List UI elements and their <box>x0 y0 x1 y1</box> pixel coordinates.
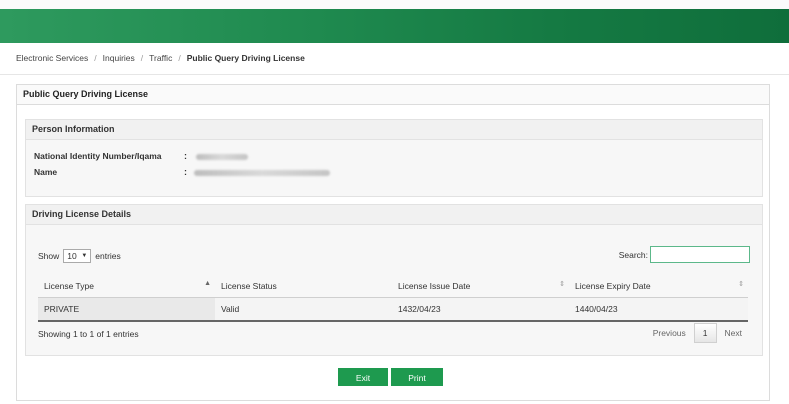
header-divider <box>0 74 789 75</box>
next-button[interactable]: Next <box>717 324 750 342</box>
column-label: License Type <box>44 281 94 291</box>
page-1-button[interactable]: 1 <box>693 323 717 343</box>
search-control: Search: <box>619 246 750 263</box>
sort-both-icon: ⇕ <box>559 281 565 288</box>
column-label: License Status <box>221 281 277 291</box>
column-license-issue-date[interactable]: License Issue Date ⇕ <box>392 275 569 298</box>
exit-button[interactable]: Exit <box>338 368 388 386</box>
cell-expiry-date: 1440/04/23 <box>569 297 748 322</box>
search-input[interactable] <box>650 246 750 263</box>
cell-issue-date: 1432/04/23 <box>392 297 569 322</box>
id-number-colon: : <box>184 151 187 161</box>
show-label: Show <box>38 251 60 261</box>
entries-label: entries <box>95 251 121 261</box>
license-table: License Type ▲ License Status License Is… <box>38 275 748 322</box>
top-spacer <box>0 0 789 9</box>
breadcrumb-separator: / <box>178 53 181 63</box>
cell-license-status: Valid <box>215 297 392 322</box>
person-information-title: Person Information <box>26 120 762 140</box>
column-label: License Issue Date <box>398 281 471 291</box>
breadcrumb-traffic[interactable]: Traffic <box>149 53 172 63</box>
search-label: Search: <box>618 249 648 260</box>
chevron-down-icon: ▼ <box>81 253 88 259</box>
breadcrumb-separator: / <box>94 53 97 63</box>
query-panel: Public Query Driving License Person Info… <box>16 84 770 401</box>
breadcrumb-separator: / <box>140 53 144 63</box>
driving-license-panel: Driving License Details Show 10 ▼ entrie… <box>25 204 763 356</box>
page-size-select[interactable]: 10 ▼ <box>63 249 92 263</box>
table-info: Showing 1 to 1 of 1 entries <box>38 329 139 339</box>
person-information-panel: Person Information National Identity Num… <box>25 119 763 197</box>
column-label: License Expiry Date <box>575 281 651 291</box>
breadcrumb-electronic-services[interactable]: Electronic Services <box>16 53 88 63</box>
previous-button[interactable]: Previous <box>645 324 694 342</box>
driving-license-title: Driving License Details <box>26 205 762 225</box>
breadcrumb: Electronic Services / Inquiries / Traffi… <box>16 53 305 63</box>
breadcrumb-inquiries[interactable]: Inquiries <box>103 53 135 63</box>
table-header-row: License Type ▲ License Status License Is… <box>38 275 748 298</box>
name-value-redacted <box>194 170 330 176</box>
sort-both-icon: ⇕ <box>738 281 744 288</box>
page-title: Public Query Driving License <box>17 85 769 105</box>
sort-ascending-icon: ▲ <box>204 280 211 287</box>
column-license-type[interactable]: License Type ▲ <box>38 275 215 298</box>
header-banner <box>0 9 789 43</box>
id-number-value-redacted <box>196 154 248 160</box>
name-colon: : <box>184 167 187 177</box>
column-license-expiry-date[interactable]: License Expiry Date ⇕ <box>569 275 748 298</box>
print-button[interactable]: Print <box>391 368 443 386</box>
table-row: PRIVATE Valid 1432/04/23 1440/04/23 <box>38 297 748 322</box>
page-size-value: 10 <box>67 251 77 261</box>
id-number-label: National Identity Number/Iqama <box>34 151 162 161</box>
page-length-control: Show 10 ▼ entries <box>38 249 121 263</box>
breadcrumb-current: Public Query Driving License <box>186 53 305 63</box>
pagination: Previous 1 Next <box>645 323 750 343</box>
cell-license-type: PRIVATE <box>38 297 215 322</box>
column-license-status[interactable]: License Status <box>215 275 392 298</box>
name-label: Name <box>34 167 58 177</box>
